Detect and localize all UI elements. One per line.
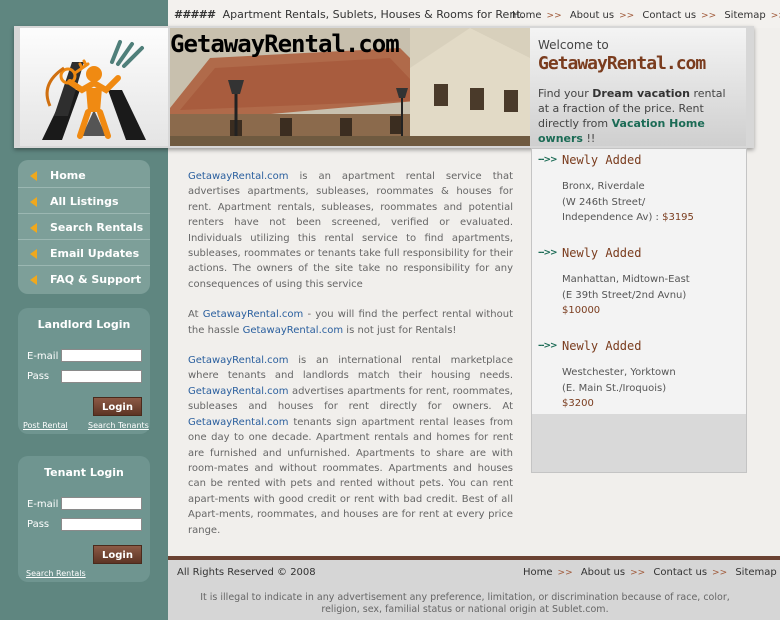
- landlord-email-input[interactable]: [61, 349, 142, 362]
- nav-separator: >>: [770, 11, 780, 21]
- tenant-pass-label: Pass: [27, 519, 50, 530]
- listing-location[interactable]: Westchester, Yorktown: [562, 365, 676, 380]
- arrow-icon: -->>: [538, 155, 558, 165]
- landlord-login-button[interactable]: Login: [93, 397, 142, 416]
- paragraph-text: tenants sign apartment rental leases fro…: [188, 416, 513, 536]
- site-link[interactable]: GetawayRental.com: [188, 355, 289, 366]
- sidebar-item-email-updates[interactable]: Email Updates: [18, 242, 150, 266]
- search-rentals-link[interactable]: Search Rentals: [26, 569, 86, 578]
- listing-price: $3195: [662, 212, 694, 223]
- site-link[interactable]: GetawayRental.com: [188, 386, 289, 397]
- tagline-hash: #####: [174, 8, 216, 21]
- paragraph-text: At: [188, 309, 203, 321]
- site-logo[interactable]: [20, 28, 168, 146]
- tenant-email-label: E-mail: [27, 499, 59, 510]
- site-link[interactable]: GetawayRental.com: [188, 417, 289, 428]
- tagline: ##### Apartment Rentals, Sublets, Houses…: [174, 8, 524, 21]
- sidebar-item-label: Search Rentals: [50, 221, 144, 234]
- tagline-text: Apartment Rentals, Sublets, Houses & Roo…: [222, 8, 525, 21]
- nav-separator: >>: [712, 568, 728, 578]
- main-content: GetawayRental.com is an apartment rental…: [188, 169, 513, 553]
- site-link[interactable]: GetawayRental.com: [243, 325, 344, 336]
- nav-arrow-icon: [30, 249, 37, 259]
- listing-street-line: Independence Av) : $3195: [562, 210, 694, 225]
- tenant-login-box: Tenant Login E-mail Pass Login Search Re…: [18, 456, 150, 582]
- top-nav-sitemap[interactable]: Sitemap: [724, 10, 765, 21]
- nav-arrow-icon: [30, 223, 37, 233]
- footer-nav-about[interactable]: About us: [581, 567, 625, 578]
- newly-added-title: Newly Added: [562, 246, 642, 260]
- newly-added-title: Newly Added: [562, 153, 642, 167]
- nav-arrow-icon: [30, 197, 37, 207]
- arrow-icon: -->>: [538, 341, 558, 351]
- sidebar-nav: Home All Listings Search Rentals Email U…: [18, 160, 150, 294]
- welcome-title: Welcome to: [538, 38, 609, 52]
- listing-street: (E. Main St./Iroquois): [562, 383, 667, 394]
- perfect-rental-paragraph: At GetawayRental.com - you will find the…: [188, 307, 513, 338]
- tenant-login-title: Tenant Login: [44, 466, 124, 479]
- paragraph-text: is an apartment rental service that adve…: [188, 171, 513, 290]
- welcome-dream-vacation: Dream vacation: [592, 87, 690, 100]
- nav-separator: >>: [546, 11, 562, 21]
- paragraph-text: is not just for Rentals!: [343, 324, 457, 336]
- post-rental-link[interactable]: Post Rental: [23, 421, 68, 430]
- landlord-login-box: Landlord Login E-mail Pass Login Post Re…: [18, 308, 150, 434]
- newly-added-list: -->> Newly Added Bronx, Riverdale (W 246…: [532, 149, 746, 414]
- sidebar-item-label: All Listings: [50, 195, 119, 208]
- welcome-brand: GetawayRental.com: [538, 53, 706, 74]
- listing-street-2: Independence Av) :: [562, 212, 663, 223]
- nav-arrow-icon: [30, 275, 37, 285]
- nav-separator: >>: [557, 568, 573, 578]
- sidebar-item-all-listings[interactable]: All Listings: [18, 190, 150, 214]
- top-nav-contact[interactable]: Contact us: [642, 10, 696, 21]
- tenant-login-button[interactable]: Login: [93, 545, 142, 564]
- tenant-email-input[interactable]: [61, 497, 142, 510]
- footer-nav-home[interactable]: Home: [523, 567, 553, 578]
- listing-location[interactable]: Manhattan, Midtown-East: [562, 272, 690, 287]
- copyright: All Rights Reserved © 2008: [177, 567, 316, 578]
- sidebar-item-search-rentals[interactable]: Search Rentals: [18, 216, 150, 240]
- footer-nav-contact[interactable]: Contact us: [653, 567, 707, 578]
- newly-added-panel: -->> Newly Added Bronx, Riverdale (W 246…: [531, 148, 747, 473]
- welcome-text: Find your Dream vacation rental at a fra…: [538, 86, 738, 146]
- listing-street: (W 246th Street/: [562, 197, 646, 208]
- footer-nav: Home>> About us>> Contact us>> Sitemap>>: [523, 567, 780, 578]
- sidebar-item-label: Email Updates: [50, 247, 140, 260]
- listing-street: (E 39th Street/2nd Avnu): [562, 290, 687, 301]
- intro-paragraph: GetawayRental.com is an apartment rental…: [188, 169, 513, 292]
- welcome-panel: Welcome to GetawayRental.com Find your D…: [530, 28, 746, 146]
- nav-arrow-icon: [30, 171, 37, 181]
- landlord-pass-label: Pass: [27, 371, 50, 382]
- site-link[interactable]: GetawayRental.com: [203, 309, 304, 320]
- footer-disclaimer: It is illegal to indicate in any adverti…: [200, 592, 730, 615]
- landlord-email-label: E-mail: [27, 351, 59, 362]
- landlord-login-title: Landlord Login: [37, 318, 131, 331]
- welcome-text-3: !!: [582, 132, 596, 145]
- listing-price: $10000: [562, 305, 601, 316]
- top-nav: Home >> About us >> Contact us >> Sitemap >>: [512, 10, 780, 21]
- sidebar-item-home[interactable]: Home: [18, 164, 150, 188]
- nav-separator: >>: [701, 11, 717, 21]
- top-nav-home[interactable]: Home: [512, 10, 542, 21]
- newly-added-title: Newly Added: [562, 339, 642, 353]
- listing-price: $3200: [562, 398, 594, 409]
- marketplace-paragraph: GetawayRental.com is an international re…: [188, 353, 513, 538]
- tenant-password-input[interactable]: [61, 518, 142, 531]
- key-figure-logo-icon: [42, 40, 146, 140]
- sidebar-item-label: Home: [50, 169, 86, 182]
- top-nav-about[interactable]: About us: [570, 10, 614, 21]
- footer-nav-sitemap[interactable]: Sitemap: [735, 567, 776, 578]
- sidebar-item-faq-support[interactable]: FAQ & Support: [18, 268, 150, 292]
- welcome-text-1: Find your: [538, 87, 593, 100]
- search-tenants-link[interactable]: Search Tenants: [88, 421, 149, 430]
- nav-separator: >>: [630, 568, 646, 578]
- nav-separator: >>: [619, 11, 635, 21]
- arrow-icon: -->>: [538, 248, 558, 258]
- listing-location[interactable]: Bronx, Riverdale: [562, 179, 645, 194]
- sidebar-item-label: FAQ & Support: [50, 273, 142, 286]
- landlord-password-input[interactable]: [61, 370, 142, 383]
- site-link[interactable]: GetawayRental.com: [188, 171, 289, 182]
- brand-name: GetawayRental.com: [170, 30, 400, 58]
